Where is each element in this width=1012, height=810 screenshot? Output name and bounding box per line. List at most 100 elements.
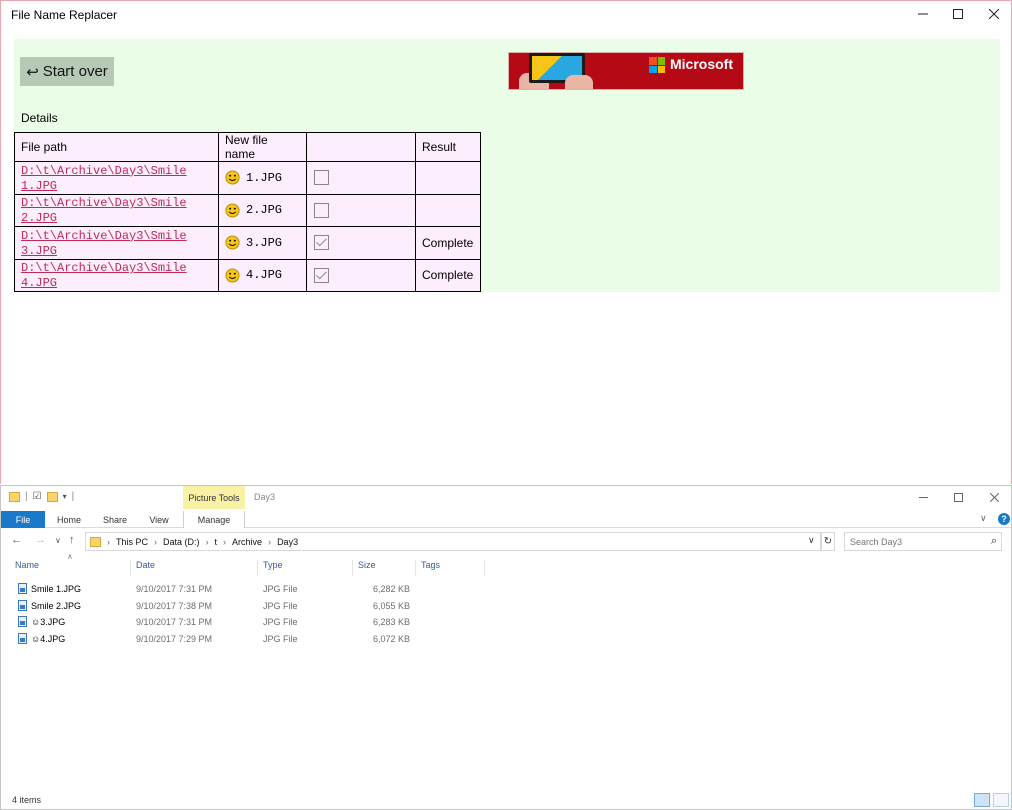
- help-icon[interactable]: ?: [998, 513, 1010, 525]
- minimize-icon: [918, 496, 928, 498]
- breadcrumb-archive[interactable]: Archive: [232, 537, 262, 547]
- picture-tools-context-tab: Picture Tools: [183, 486, 245, 509]
- refresh-button[interactable]: ↻: [821, 532, 835, 551]
- tab-share[interactable]: Share: [95, 511, 135, 528]
- breadcrumb-separator: ›: [107, 536, 110, 547]
- column-header-file-path: File path: [14, 132, 219, 162]
- tab-file[interactable]: File: [1, 511, 45, 528]
- row-checkbox[interactable]: [314, 235, 329, 251]
- minimize-button[interactable]: [905, 1, 941, 27]
- explorer-close-button[interactable]: [976, 486, 1012, 508]
- banner-hand-right: [565, 75, 593, 89]
- tab-home[interactable]: Home: [49, 511, 89, 528]
- file-date: 9/10/2017 7:29 PM: [136, 633, 213, 644]
- close-button[interactable]: [976, 1, 1012, 27]
- file-name: Smile 2.JPG: [31, 600, 82, 611]
- table-row: D:\t\Archive\Day3\Smile 4.JPG 4.JPG Comp…: [14, 258, 481, 292]
- app-content: ↩ Start over Microsoft Details File path…: [14, 39, 1000, 292]
- jpg-file-icon: [18, 632, 27, 644]
- return-arrow-icon: ↩: [26, 63, 39, 81]
- details-heading: Details: [21, 111, 58, 125]
- properties-icon[interactable]: ☑: [33, 491, 42, 502]
- file-name: Smile 1.JPG: [31, 584, 82, 594]
- list-item[interactable]: ☺4.JPG 9/10/2017 7:29 PM JPG File 6,072 …: [1, 632, 1011, 648]
- row-checkbox[interactable]: [314, 170, 329, 186]
- app-title: File Name Replacer: [11, 8, 118, 22]
- file-date: 9/10/2017 7:31 PM: [136, 584, 213, 594]
- smiley-icon: [225, 170, 240, 185]
- new-folder-icon[interactable]: [46, 491, 58, 502]
- microsoft-ad-banner[interactable]: Microsoft: [508, 52, 744, 90]
- file-explorer-window: | ☑ ▾ | Picture Tools Day3 File Home Sha…: [0, 485, 1012, 810]
- jpg-file-icon: [18, 616, 27, 627]
- breadcrumb-this-pc[interactable]: This PC: [116, 537, 148, 547]
- breadcrumb-day3[interactable]: Day3: [277, 537, 298, 547]
- address-bar[interactable]: › This PC › Data (D:) › t › Archive › Da…: [85, 532, 821, 551]
- file-path-link[interactable]: D:\t\Archive\Day3\Smile 2.JPG: [21, 196, 187, 225]
- column-header-type[interactable]: Type: [259, 560, 353, 576]
- microsoft-logo-icon: [649, 57, 665, 73]
- tab-manage[interactable]: Manage: [183, 511, 245, 528]
- file-name: ☺3.JPG: [31, 617, 66, 627]
- table-row: D:\t\Archive\Day3\Smile 2.JPG 2.JPG: [14, 193, 481, 227]
- jpg-file-icon: [18, 583, 27, 594]
- folder-icon: [9, 491, 20, 502]
- customize-toolbar-icon[interactable]: ▾: [63, 492, 67, 501]
- address-dropdown-icon[interactable]: ∨: [808, 535, 815, 546]
- forward-arrow-icon[interactable]: →: [35, 534, 46, 546]
- back-arrow-icon[interactable]: ←: [11, 534, 22, 546]
- refresh-icon: ↻: [823, 536, 833, 547]
- search-icon: ⌕: [990, 535, 997, 547]
- list-item[interactable]: ☺3.JPG 9/10/2017 7:31 PM JPG File 6,283 …: [1, 615, 1011, 631]
- maximize-icon: [953, 9, 963, 19]
- column-header-tags[interactable]: Tags: [417, 560, 485, 576]
- file-name-replacer-window: File Name Replacer ↩ Start over Microsof…: [0, 0, 1012, 484]
- column-header-checkbox: [306, 132, 416, 162]
- list-item[interactable]: Smile 2.JPG 9/10/2017 7:38 PM JPG File 6…: [1, 599, 1011, 615]
- file-size: 6,282 KB: [372, 584, 410, 594]
- breadcrumb-separator: ›: [154, 536, 158, 547]
- column-header-name[interactable]: Name: [11, 560, 131, 576]
- row-checkbox[interactable]: [314, 202, 329, 218]
- item-count: 4 items: [12, 795, 42, 805]
- large-icons-view-button[interactable]: [993, 793, 1009, 807]
- breadcrumb-separator: ›: [205, 536, 209, 547]
- list-item[interactable]: Smile 1.JPG 9/10/2017 7:31 PM JPG File 6…: [1, 582, 1011, 598]
- explorer-minimize-button[interactable]: [905, 486, 941, 508]
- breadcrumb-data-drive[interactable]: Data (D:): [163, 537, 200, 547]
- start-over-button[interactable]: ↩ Start over: [20, 57, 114, 86]
- explorer-maximize-button[interactable]: [940, 486, 976, 508]
- search-input[interactable]: [845, 533, 979, 550]
- search-box[interactable]: ⌕: [844, 532, 1002, 551]
- table-row: D:\t\Archive\Day3\Smile 3.JPG 3.JPG Comp…: [14, 226, 481, 260]
- explorer-titlebar: | ☑ ▾ | Picture Tools Day3: [1, 486, 1011, 510]
- breadcrumb-separator: ›: [223, 536, 227, 547]
- toolbar-separator: |: [25, 491, 28, 502]
- file-path-link[interactable]: D:\t\Archive\Day3\Smile 1.JPG: [21, 164, 187, 193]
- breadcrumb-t[interactable]: t: [215, 537, 218, 547]
- column-header-size[interactable]: Size: [354, 560, 416, 576]
- banner-text: Microsoft: [670, 56, 733, 72]
- expand-ribbon-icon[interactable]: ∨: [980, 513, 987, 524]
- up-arrow-icon[interactable]: ↑: [69, 534, 75, 546]
- table-header-row: File path New file name Result: [14, 132, 481, 162]
- recent-locations-chevron-icon[interactable]: ∨: [55, 536, 61, 545]
- column-header-date[interactable]: Date: [132, 560, 258, 576]
- tab-view[interactable]: View: [141, 511, 177, 528]
- smiley-icon: [225, 235, 240, 250]
- breadcrumb-separator: ›: [268, 536, 272, 547]
- result-cell: [415, 193, 481, 227]
- file-type: JPG File: [263, 584, 298, 594]
- column-header-result: Result: [415, 132, 481, 162]
- file-path-link[interactable]: D:\t\Archive\Day3\Smile 3.JPG: [21, 229, 187, 258]
- jpg-file-icon: [18, 599, 27, 611]
- row-checkbox[interactable]: [314, 267, 329, 283]
- file-path-link[interactable]: D:\t\Archive\Day3\Smile 4.JPG: [21, 261, 187, 290]
- details-view-button[interactable]: [974, 793, 990, 807]
- file-type: JPG File: [263, 617, 298, 627]
- ribbon-tabs: File Home Share View Manage ∨ ?: [1, 511, 1011, 528]
- app-titlebar: File Name Replacer: [1, 1, 1011, 29]
- maximize-button[interactable]: [940, 1, 976, 27]
- status-bar: 4 items: [1, 791, 1011, 809]
- explorer-title: Day3: [254, 492, 276, 502]
